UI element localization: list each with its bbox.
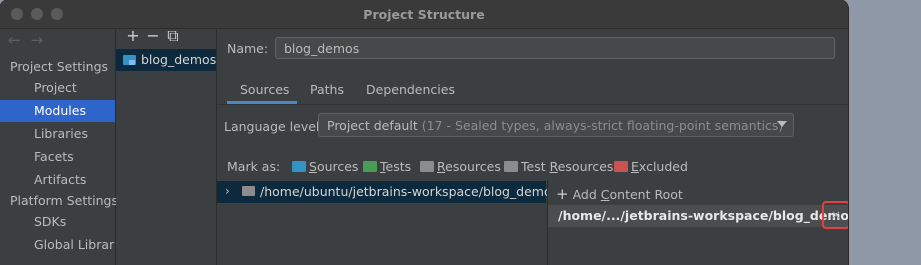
remove-content-root-button[interactable]: ×: [822, 201, 848, 229]
mark-excluded-button[interactable]: Excluded: [614, 159, 688, 174]
module-settings-pane: Name: blog_demos Sources Paths Dependenc…: [217, 29, 848, 265]
mark-test-resources-button[interactable]: Test Resources: [504, 159, 613, 174]
window-title: Project Structure: [363, 7, 485, 22]
mark-as-label: Mark as:: [227, 159, 281, 174]
dropdown-arrow-icon: [777, 121, 787, 127]
name-label: Name:: [227, 41, 269, 56]
tab-sources[interactable]: Sources: [240, 82, 289, 97]
module-toolbar: + − ⧉: [123, 26, 183, 46]
sidebar-item-sdks[interactable]: SDKs: [0, 211, 115, 233]
content-root-path: /home/.../jetbrains-workspace/blog_demos: [558, 208, 848, 223]
mark-tests-button[interactable]: Tests: [363, 159, 411, 174]
close-icon: ×: [830, 208, 842, 222]
module-name-input[interactable]: blog_demos: [275, 37, 835, 59]
resources-folder-icon: [420, 161, 434, 172]
nav-arrows: ← →: [8, 31, 53, 49]
sidebar-item-libraries[interactable]: Libraries: [0, 123, 115, 145]
tests-folder-icon: [363, 161, 377, 172]
remove-module-icon[interactable]: −: [143, 26, 163, 45]
sidebar-item-project[interactable]: Project: [0, 77, 115, 99]
sidebar-item-artifacts[interactable]: Artifacts: [0, 169, 115, 191]
content-root-row[interactable]: /home/.../jetbrains-workspace/blog_demos…: [548, 201, 848, 229]
copy-module-icon[interactable]: ⧉: [163, 26, 183, 46]
mark-resources-button[interactable]: Resources: [420, 159, 501, 174]
sources-folder-icon: [292, 161, 306, 172]
title-bar: Project Structure: [0, 0, 848, 29]
project-settings-header: Project Settings: [10, 59, 109, 74]
language-level-label: Language level:: [224, 119, 324, 134]
sidebar-item-global-libraries[interactable]: Global Libraries: [0, 234, 115, 256]
language-level-select[interactable]: Project default (17 - Sealed types, alwa…: [318, 113, 794, 137]
sidebar-item-modules[interactable]: Modules: [0, 100, 115, 122]
tab-divider: [217, 104, 848, 105]
test-resources-folder-icon: [504, 161, 518, 172]
add-module-icon[interactable]: +: [123, 26, 143, 45]
tree-root-path: /home/ubuntu/jetbrains-workspace/blog_de…: [260, 184, 559, 199]
sidebar-item-facets[interactable]: Facets: [0, 146, 115, 168]
folder-icon: [242, 186, 255, 196]
expand-chevron-icon[interactable]: ›: [225, 184, 230, 198]
platform-settings-header: Platform Settings: [10, 193, 118, 208]
language-level-hint: (17 - Sealed types, always-strict floati…: [421, 118, 784, 133]
back-arrow-icon[interactable]: ←: [8, 31, 21, 49]
module-badge-icon: [129, 60, 135, 65]
module-list-panel: + − ⧉ blog_demos: [116, 26, 217, 265]
excluded-folder-icon: [614, 161, 628, 172]
source-tree: › /home/ubuntu/jetbrains-workspace/blog_…: [217, 181, 558, 265]
language-level-value: Project default: [327, 118, 418, 133]
project-structure-window: Project Structure ← → Project Settings Pr…: [0, 0, 848, 265]
tab-paths[interactable]: Paths: [310, 82, 344, 97]
add-content-root-button[interactable]: + Add Content Root: [556, 185, 683, 203]
plus-icon: +: [556, 185, 569, 203]
tree-row[interactable]: › /home/ubuntu/jetbrains-workspace/blog_…: [217, 181, 558, 203]
mark-sources-button[interactable]: Sources: [292, 159, 358, 174]
forward-arrow-icon[interactable]: →: [31, 31, 44, 49]
module-list-item[interactable]: blog_demos: [116, 49, 216, 71]
module-name-label: blog_demos: [141, 52, 217, 67]
tab-dependencies[interactable]: Dependencies: [366, 82, 455, 97]
settings-sidebar: ← → Project Settings Project Modules Libr…: [0, 29, 118, 265]
content-roots-panel: + Add Content Root /home/.../jetbrains-wo…: [547, 181, 848, 265]
